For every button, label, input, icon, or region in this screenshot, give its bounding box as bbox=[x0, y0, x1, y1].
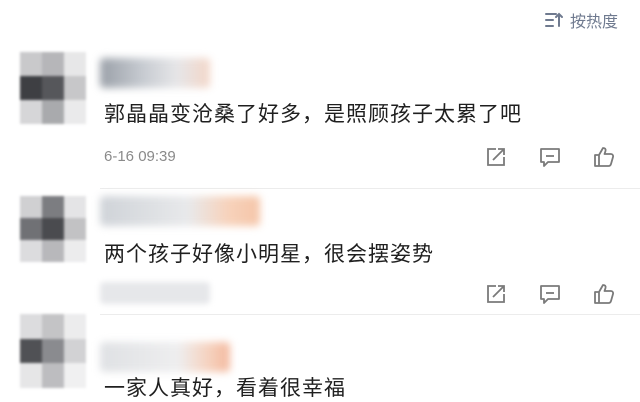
comment-actions bbox=[484, 282, 616, 306]
username-blurred[interactable] bbox=[100, 196, 260, 226]
comment-item: 一家人真好，看着很幸福 bbox=[0, 312, 640, 402]
like-icon[interactable] bbox=[592, 282, 616, 306]
comment-actions bbox=[484, 145, 616, 169]
comment-item: 郭晶晶变沧桑了好多，是照顾孩子太累了吧 6-16 09:39 bbox=[0, 42, 640, 192]
comment-time-blurred bbox=[100, 282, 210, 304]
reply-icon[interactable] bbox=[538, 282, 562, 306]
like-icon[interactable] bbox=[592, 145, 616, 169]
avatar[interactable] bbox=[20, 52, 86, 124]
divider bbox=[100, 188, 640, 189]
reply-icon[interactable] bbox=[538, 145, 562, 169]
sort-by-popularity-button[interactable]: 按热度 bbox=[544, 8, 618, 32]
comment-time: 6-16 09:39 bbox=[104, 148, 176, 165]
username-blurred[interactable] bbox=[100, 342, 230, 372]
comment-item: 两个孩子好像小明星，很会摆姿势 bbox=[0, 190, 640, 318]
sort-lines-icon bbox=[544, 11, 564, 29]
comment-text: 郭晶晶变沧桑了好多，是照顾孩子太累了吧 bbox=[104, 102, 522, 126]
avatar[interactable] bbox=[20, 196, 86, 262]
comment-text: 一家人真好，看着很幸福 bbox=[104, 376, 346, 400]
share-icon[interactable] bbox=[484, 282, 508, 306]
comment-text: 两个孩子好像小明星，很会摆姿势 bbox=[104, 242, 434, 266]
sort-label: 按热度 bbox=[569, 12, 618, 31]
avatar[interactable] bbox=[20, 314, 86, 388]
username-blurred[interactable] bbox=[100, 58, 210, 88]
share-icon[interactable] bbox=[484, 145, 508, 169]
